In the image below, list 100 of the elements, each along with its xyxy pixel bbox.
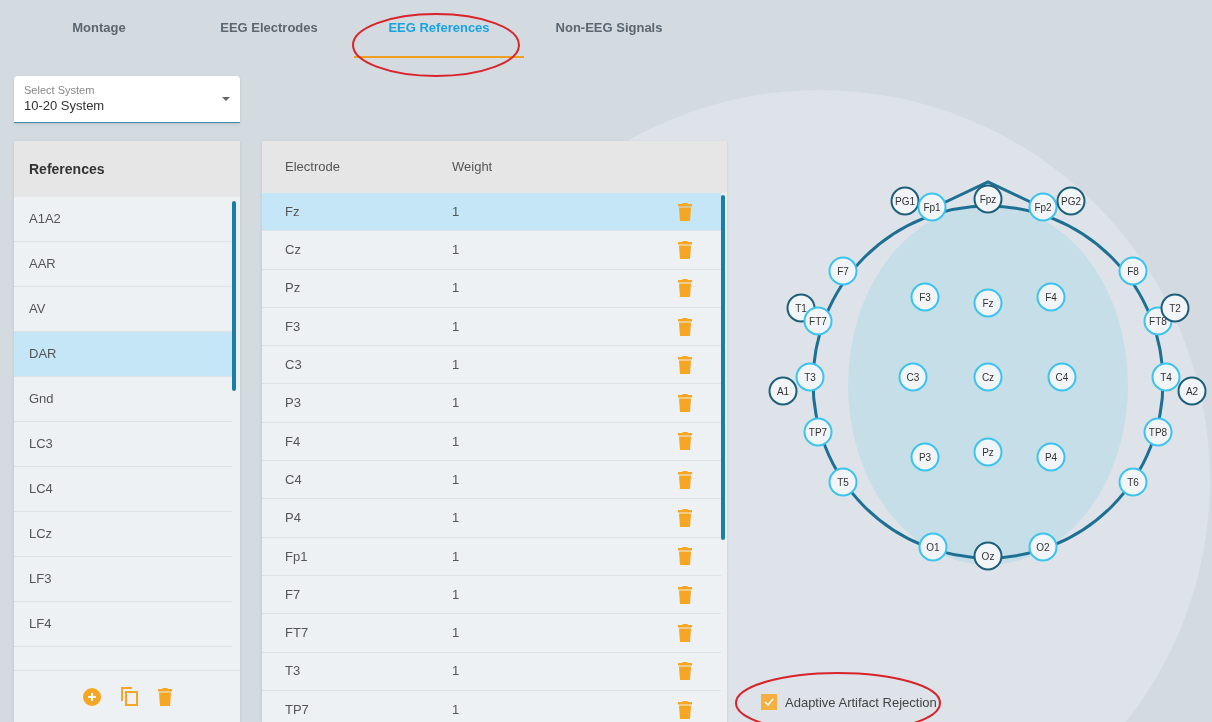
copy-icon[interactable] (120, 687, 138, 706)
table-row[interactable]: C4 1 (262, 461, 721, 500)
electrode-node[interactable]: T6 (1118, 467, 1148, 497)
reference-item[interactable]: LF4 (14, 602, 232, 647)
table-cell-text: T3 (284, 662, 302, 681)
electrode-node[interactable]: Fpz (973, 184, 1003, 214)
table-cell-text: 1 (452, 432, 461, 451)
electrode-node[interactable]: F7 (828, 256, 858, 286)
table-row[interactable]: P3 1 (262, 384, 721, 423)
trash-icon[interactable] (678, 355, 692, 374)
electrode-node[interactable]: TP8 (1143, 417, 1173, 447)
electrode-node[interactable]: PG1 (890, 186, 920, 216)
table-row[interactable]: F7 1 (262, 575, 721, 615)
electrode-node[interactable]: A2 (1177, 376, 1207, 406)
trash-icon[interactable] (678, 202, 692, 221)
electrode-node[interactable]: Fp1 (917, 192, 947, 222)
reference-item[interactable]: LC3 (14, 422, 232, 467)
table-cell-text: C3 (284, 356, 303, 375)
table-cell-text: 1 (452, 470, 461, 489)
trash-icon[interactable] (678, 279, 692, 298)
reference-item[interactable]: LCz (14, 512, 232, 557)
electrode-node[interactable]: F8 (1118, 256, 1148, 286)
trash-icon[interactable] (678, 432, 692, 451)
table-row[interactable]: Fp1 1 (262, 537, 721, 576)
trash-icon[interactable] (678, 585, 692, 604)
table-cell-text: TP7 (284, 700, 310, 719)
table-cell-text: C4 (284, 470, 303, 489)
electrode-node[interactable]: A1 (768, 376, 798, 406)
trash-icon[interactable] (678, 470, 692, 489)
trash-icon[interactable] (678, 623, 692, 642)
reference-item[interactable]: AV (14, 287, 232, 332)
electrode-node[interactable]: Cz (973, 362, 1003, 392)
electrode-node[interactable]: P3 (910, 442, 940, 472)
electrode-node[interactable]: PG2 (1056, 186, 1086, 216)
table-cell-text: Cz (284, 241, 302, 260)
trash-icon[interactable] (678, 700, 692, 719)
column-header: Electrode (284, 158, 341, 177)
trash-icon[interactable] (678, 394, 692, 413)
trash-icon[interactable] (678, 547, 692, 566)
electrode-node[interactable]: F4 (1036, 282, 1066, 312)
table-row[interactable]: T3 1 (262, 652, 721, 691)
table-cell-text: F7 (284, 585, 302, 604)
checkbox-row[interactable]: Adaptive Artifact Rejection (761, 692, 1212, 712)
reference-item[interactable]: LC4 (14, 467, 232, 512)
electrode-node[interactable]: O2 (1028, 532, 1058, 562)
table-cell-text: F3 (284, 317, 302, 336)
trash-icon[interactable] (678, 662, 692, 681)
reference-item[interactable]: Gnd (14, 377, 232, 422)
trash-icon[interactable] (678, 509, 692, 527)
electrode-node[interactable]: T4 (1151, 362, 1181, 392)
select-label: Select System (24, 84, 96, 97)
table-row[interactable]: Cz 1 (262, 231, 721, 270)
table-cell-text: 1 (452, 394, 461, 413)
table-cell-text: 1 (452, 279, 461, 298)
table-row[interactable]: F3 1 (262, 307, 721, 347)
electrode-node[interactable]: O1 (918, 532, 948, 562)
table-cell-text: 1 (452, 585, 461, 604)
electrode-node[interactable]: C3 (898, 362, 928, 392)
electrode-node[interactable]: Fp2 (1028, 192, 1058, 222)
electrode-node[interactable]: T3 (795, 362, 825, 392)
scrollbar[interactable] (721, 195, 725, 540)
table-row[interactable]: FT7 1 (262, 614, 721, 653)
delete-icon[interactable] (157, 687, 172, 706)
table-cell-text: Fz (284, 202, 301, 221)
table-cell-text: Fp1 (284, 547, 309, 566)
table-cell-text: 1 (452, 356, 461, 375)
tab[interactable]: Montage (14, 10, 184, 58)
tab[interactable]: EEG Electrodes (184, 10, 354, 58)
trash-icon[interactable] (678, 240, 692, 259)
electrode-node[interactable]: T5 (828, 467, 858, 497)
table-cell-text: 1 (452, 662, 461, 681)
table-row[interactable]: P4 1 (262, 499, 721, 538)
table-cell-text: F4 (284, 432, 302, 451)
reference-item[interactable]: DAR (14, 332, 232, 377)
electrode-node[interactable]: Fz (973, 288, 1003, 318)
electrode-node[interactable]: F3 (910, 282, 940, 312)
electrode-node[interactable]: P4 (1036, 442, 1066, 472)
tab[interactable]: Non-EEG Signals (524, 10, 694, 58)
add-icon[interactable] (82, 687, 101, 706)
reference-item[interactable]: AAR (14, 242, 232, 287)
table-cell-text: 1 (452, 241, 461, 260)
table-cell-text: 1 (452, 317, 461, 336)
electrode-node[interactable]: Pz (973, 437, 1003, 467)
trash-icon[interactable] (678, 317, 692, 336)
reference-item[interactable]: A1A2 (14, 197, 232, 242)
table-cell-text: 1 (452, 624, 461, 643)
system-select[interactable]: Select System 10-20 System (14, 76, 240, 123)
scrollbar[interactable] (232, 201, 236, 391)
table-row[interactable]: C3 1 (262, 346, 721, 385)
table-cell-text: P4 (284, 509, 302, 528)
checkbox[interactable] (761, 694, 777, 711)
table-cell-text: P3 (284, 394, 302, 413)
electrode-node[interactable]: C4 (1047, 362, 1077, 392)
table-row[interactable]: Pz 1 (262, 269, 721, 308)
electrode-node[interactable]: Oz (973, 541, 1003, 571)
table-row[interactable]: Fz 1 (262, 193, 721, 232)
table-row[interactable]: F4 1 (262, 422, 721, 462)
table-row[interactable]: TP7 1 (262, 690, 721, 722)
electrode-node[interactable]: TP7 (803, 417, 833, 447)
reference-item[interactable]: LF3 (14, 557, 232, 602)
